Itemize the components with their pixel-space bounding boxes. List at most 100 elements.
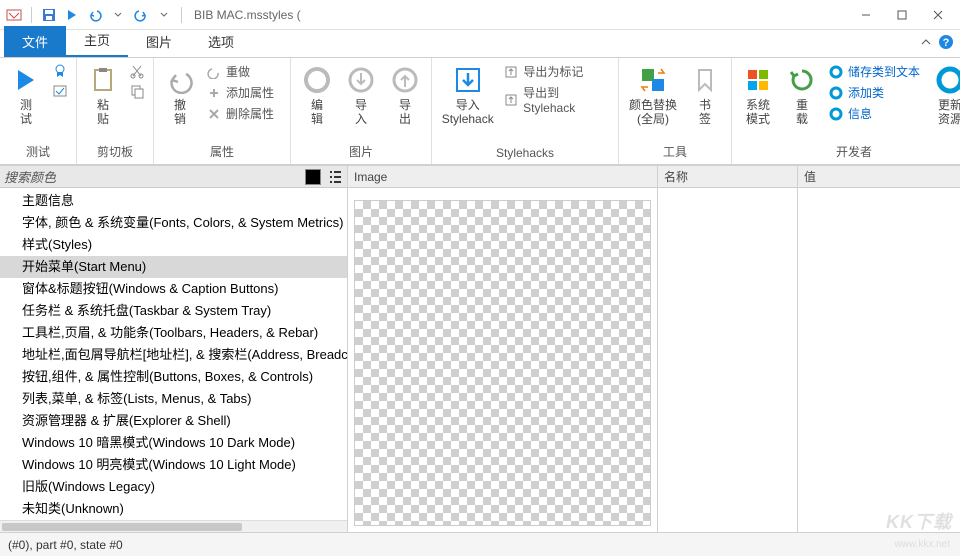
tab-options[interactable]: 选项	[190, 26, 252, 57]
svg-text:?: ?	[943, 37, 950, 49]
collapse-ribbon-icon[interactable]	[920, 36, 932, 48]
left-panel: 搜索颜色 主题信息字体, 颜色 & 系统变量(Fonts, Colors, & …	[0, 166, 348, 532]
dropdown-icon[interactable]	[108, 5, 128, 25]
reload-button[interactable]: 重 载	[782, 62, 822, 128]
color-swatch[interactable]	[305, 169, 321, 185]
group-label: 开发者	[738, 141, 960, 164]
name-column: 名称	[658, 166, 798, 532]
ribbon-group-clipboard: 粘 贴 剪切板	[77, 58, 154, 164]
color-replace-button[interactable]: 颜色替换 (全局)	[625, 62, 681, 128]
horizontal-scrollbar[interactable]	[0, 520, 347, 532]
ribbon-group-developer: 系统 模式 重 载 储存类到文本 添加类 信息 更新 资源 开发者	[732, 58, 960, 164]
delete-attribute-button[interactable]: 删除属性	[204, 104, 284, 123]
separator	[31, 7, 32, 23]
tree-item[interactable]: 样式(Styles)	[0, 234, 347, 256]
image-column: Image	[348, 166, 658, 532]
image-preview	[348, 188, 657, 532]
add-class-button[interactable]: 添加类	[826, 83, 926, 102]
close-button[interactable]	[920, 3, 956, 27]
bookmark-icon	[689, 64, 721, 96]
ribbon-group-attributes: 撤 销 重做 添加属性 删除属性 属性	[154, 58, 291, 164]
circle-icon	[828, 106, 844, 122]
export-button[interactable]: 导 出	[385, 62, 425, 128]
copy-icon[interactable]	[127, 82, 147, 100]
group-label: 工具	[625, 141, 725, 164]
tab-image[interactable]: 图片	[128, 26, 190, 57]
save-icon[interactable]	[39, 5, 59, 25]
ribbon-group-image: 编 辑 导 入 导 出 图片	[291, 58, 432, 164]
tree-item[interactable]: 开始菜单(Start Menu)	[0, 256, 347, 278]
tree-item[interactable]: Windows 10 暗黑模式(Windows 10 Dark Mode)	[0, 432, 347, 454]
export-icon	[503, 92, 519, 108]
import-button[interactable]: 导 入	[341, 62, 381, 128]
redo-icon	[206, 64, 222, 80]
tree-item[interactable]: 任务栏 & 系统托盘(Taskbar & System Tray)	[0, 300, 347, 322]
import-arrow-icon	[452, 64, 484, 96]
windows-icon	[742, 64, 774, 96]
export-bookmark-button[interactable]: 导出为标记	[501, 62, 612, 81]
tab-file[interactable]: 文件	[4, 26, 66, 57]
refresh-circle-icon	[934, 64, 960, 96]
tree-item[interactable]: 工具栏,页眉, & 功能条(Toolbars, Headers, & Rebar…	[0, 322, 347, 344]
tree-item[interactable]: 旧版(Windows Legacy)	[0, 476, 347, 498]
scrollbar-thumb[interactable]	[2, 523, 242, 531]
play-icon	[10, 64, 42, 96]
status-text: (#0), part #0, state #0	[8, 538, 123, 552]
category-tree[interactable]: 主题信息字体, 颜色 & 系统变量(Fonts, Colors, & Syste…	[0, 188, 347, 520]
badge-icon[interactable]	[50, 62, 70, 80]
import-stylehack-button[interactable]: 导入 Stylehack	[438, 62, 497, 128]
undo-icon	[164, 64, 196, 96]
group-label: Stylehacks	[438, 144, 612, 164]
redo-icon[interactable]	[131, 5, 151, 25]
circle-icon	[828, 85, 844, 101]
search-input[interactable]: 搜索颜色	[4, 167, 305, 186]
separator	[181, 7, 182, 23]
info-button[interactable]: 信息	[826, 104, 926, 123]
tree-item[interactable]: 字体, 颜色 & 系统变量(Fonts, Colors, & System Me…	[0, 212, 347, 234]
app-icon[interactable]	[4, 5, 24, 25]
update-resource-button[interactable]: 更新 资源	[930, 62, 960, 128]
circle-icon	[301, 64, 333, 96]
minimize-button[interactable]	[848, 3, 884, 27]
tree-item[interactable]: 未知类(Unknown)	[0, 498, 347, 520]
edit-button[interactable]: 编 辑	[297, 62, 337, 128]
status-bar: (#0), part #0, state #0	[0, 532, 960, 556]
window-title: BIB MAC.msstyles (	[194, 8, 848, 22]
bookmark-button[interactable]: 书 签	[685, 62, 725, 128]
value-header[interactable]: 值	[798, 166, 960, 188]
tree-item[interactable]: 地址栏,面包屑导航栏[地址栏], & 搜索栏(Address, Breadcru…	[0, 344, 347, 366]
undo-icon[interactable]	[85, 5, 105, 25]
undo-button[interactable]: 撤 销	[160, 62, 200, 128]
save-class-text-button[interactable]: 储存类到文本	[826, 62, 926, 81]
list-view-icon[interactable]	[327, 169, 343, 185]
maximize-button[interactable]	[884, 3, 920, 27]
image-header[interactable]: Image	[348, 166, 657, 188]
checkerboard	[354, 200, 651, 526]
tree-item[interactable]: 主题信息	[0, 190, 347, 212]
main-area: 搜索颜色 主题信息字体, 颜色 & 系统变量(Fonts, Colors, & …	[0, 166, 960, 532]
system-mode-button[interactable]: 系统 模式	[738, 62, 778, 128]
export-stylehack-button[interactable]: 导出到Stylehack	[501, 83, 612, 116]
test-button[interactable]: 测 试	[6, 62, 46, 128]
x-icon	[206, 106, 222, 122]
dropdown-icon[interactable]	[154, 5, 174, 25]
paste-button[interactable]: 粘 贴	[83, 62, 123, 128]
play-icon[interactable]	[62, 5, 82, 25]
group-label: 图片	[297, 141, 425, 164]
clipboard-icon	[87, 64, 119, 96]
tree-item[interactable]: 按钮,组件, & 属性控制(Buttons, Boxes, & Controls…	[0, 366, 347, 388]
search-bar: 搜索颜色	[0, 166, 347, 188]
quick-access-toolbar	[4, 5, 186, 25]
redo-button[interactable]: 重做	[204, 62, 284, 81]
tree-item[interactable]: Windows 10 明亮模式(Windows 10 Light Mode)	[0, 454, 347, 476]
tree-item[interactable]: 窗体&标题按钮(Windows & Caption Buttons)	[0, 278, 347, 300]
tab-home[interactable]: 主页	[66, 24, 128, 57]
add-attribute-button[interactable]: 添加属性	[204, 83, 284, 102]
help-icon[interactable]: ?	[938, 34, 954, 50]
cut-icon[interactable]	[127, 62, 147, 80]
reload-icon	[786, 64, 818, 96]
tree-item[interactable]: 列表,菜单, & 标签(Lists, Menus, & Tabs)	[0, 388, 347, 410]
tree-item[interactable]: 资源管理器 & 扩展(Explorer & Shell)	[0, 410, 347, 432]
name-header[interactable]: 名称	[658, 166, 797, 188]
checkbox-icon[interactable]	[50, 82, 70, 100]
